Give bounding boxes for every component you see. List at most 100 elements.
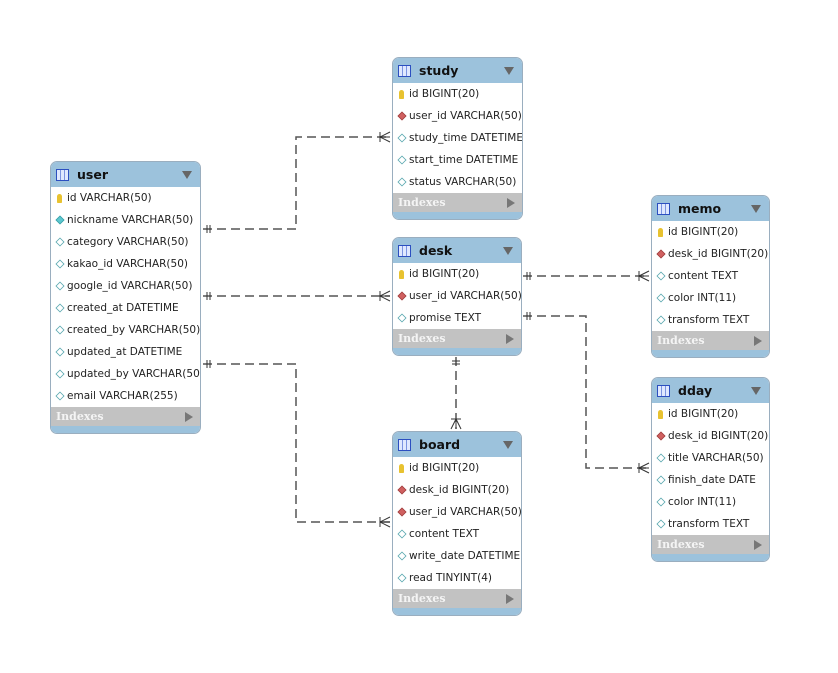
column-row[interactable]: kakao_id VARCHAR(50) xyxy=(51,253,200,275)
column-row[interactable]: transform TEXT xyxy=(652,513,769,535)
column-diamond-icon xyxy=(656,497,666,507)
column-row[interactable]: desk_id BIGINT(20) xyxy=(393,479,521,501)
column-diamond-icon xyxy=(656,453,666,463)
indexes-section[interactable]: Indexes xyxy=(393,193,522,212)
expand-arrow-icon[interactable] xyxy=(507,198,515,208)
relationship-line-user-board xyxy=(203,363,390,523)
column-label: title VARCHAR(50) xyxy=(668,452,764,464)
table-study[interactable]: study id BIGINT(20) user_id VARCHAR(50) stu… xyxy=(392,57,523,220)
indexes-label: Indexes xyxy=(398,196,446,209)
expand-arrow-icon[interactable] xyxy=(754,336,762,346)
table-icon xyxy=(657,202,670,215)
column-diamond-icon xyxy=(397,133,407,143)
collapse-triangle-icon[interactable] xyxy=(503,247,513,255)
table-name: board xyxy=(419,437,461,452)
table-dday[interactable]: dday id BIGINT(20) desk_id BIGINT(20) title… xyxy=(651,377,770,562)
column-row[interactable]: desk_id BIGINT(20) xyxy=(652,243,769,265)
not-null-diamond-icon xyxy=(55,215,65,225)
expand-arrow-icon[interactable] xyxy=(506,334,514,344)
column-row[interactable]: user_id VARCHAR(50) xyxy=(393,285,521,307)
column-row[interactable]: status VARCHAR(50) xyxy=(393,171,522,193)
column-row[interactable]: write_date DATETIME xyxy=(393,545,521,567)
collapse-triangle-icon[interactable] xyxy=(751,387,761,395)
indexes-section[interactable]: Indexes xyxy=(652,331,769,350)
column-row[interactable]: finish_date DATE xyxy=(652,469,769,491)
column-row[interactable]: transform TEXT xyxy=(652,309,769,331)
column-row[interactable]: nickname VARCHAR(50) xyxy=(51,209,200,231)
table-header[interactable]: study xyxy=(393,58,522,83)
column-row[interactable]: content TEXT xyxy=(393,523,521,545)
crows-foot-marker xyxy=(379,290,391,302)
column-label: transform TEXT xyxy=(668,314,750,326)
collapse-triangle-icon[interactable] xyxy=(182,171,192,179)
table-footer xyxy=(652,350,769,357)
column-row[interactable]: read TINYINT(4) xyxy=(393,567,521,589)
table-desk[interactable]: desk id BIGINT(20) user_id VARCHAR(50) prom… xyxy=(392,237,522,356)
column-row[interactable]: id BIGINT(20) xyxy=(393,263,521,285)
column-row[interactable]: email VARCHAR(255) xyxy=(51,385,200,407)
column-label: read TINYINT(4) xyxy=(409,572,493,584)
table-name: dday xyxy=(678,383,713,398)
indexes-section[interactable]: Indexes xyxy=(393,329,521,348)
column-row[interactable]: id VARCHAR(50) xyxy=(51,187,200,209)
table-header[interactable]: memo xyxy=(652,196,769,221)
expand-arrow-icon[interactable] xyxy=(754,540,762,550)
crows-foot-marker xyxy=(379,131,391,143)
column-row[interactable]: id BIGINT(20) xyxy=(652,403,769,425)
column-diamond-icon xyxy=(55,303,65,313)
table-board[interactable]: board id BIGINT(20) desk_id BIGINT(20) user… xyxy=(392,431,522,616)
foreign-key-diamond-icon xyxy=(397,291,407,301)
column-row[interactable]: user_id VARCHAR(50) xyxy=(393,105,522,127)
primary-key-icon xyxy=(57,193,62,203)
column-row[interactable]: color INT(11) xyxy=(652,491,769,513)
column-row[interactable]: study_time DATETIME xyxy=(393,127,522,149)
column-diamond-icon xyxy=(656,315,666,325)
indexes-section[interactable]: Indexes xyxy=(652,535,769,554)
primary-key-icon xyxy=(658,409,663,419)
indexes-section[interactable]: Indexes xyxy=(393,589,521,608)
column-label: category VARCHAR(50) xyxy=(67,236,189,248)
column-row[interactable]: created_by VARCHAR(50) xyxy=(51,319,200,341)
column-row[interactable]: id BIGINT(20) xyxy=(393,83,522,105)
indexes-section[interactable]: Indexes xyxy=(51,407,200,426)
column-row[interactable]: user_id VARCHAR(50) xyxy=(393,501,521,523)
column-row[interactable]: google_id VARCHAR(50) xyxy=(51,275,200,297)
column-row[interactable]: created_at DATETIME xyxy=(51,297,200,319)
column-label: nickname VARCHAR(50) xyxy=(67,214,194,226)
column-diamond-icon xyxy=(55,325,65,335)
column-row[interactable]: category VARCHAR(50) xyxy=(51,231,200,253)
foreign-key-diamond-icon xyxy=(397,485,407,495)
column-label: user_id VARCHAR(50) xyxy=(409,506,522,518)
table-header[interactable]: user xyxy=(51,162,200,187)
collapse-triangle-icon[interactable] xyxy=(751,205,761,213)
table-user[interactable]: user id VARCHAR(50) nickname VARCHAR(50) ca… xyxy=(50,161,201,434)
table-memo[interactable]: memo id BIGINT(20) desk_id BIGINT(20) conte… xyxy=(651,195,770,358)
column-label: id VARCHAR(50) xyxy=(67,192,152,204)
collapse-triangle-icon[interactable] xyxy=(503,441,513,449)
column-diamond-icon xyxy=(397,551,407,561)
collapse-triangle-icon[interactable] xyxy=(504,67,514,75)
column-label: finish_date DATE xyxy=(668,474,756,486)
table-header[interactable]: board xyxy=(393,432,521,457)
indexes-label: Indexes xyxy=(56,410,104,423)
column-row[interactable]: id BIGINT(20) xyxy=(652,221,769,243)
table-header[interactable]: dday xyxy=(652,378,769,403)
column-row[interactable]: promise TEXT xyxy=(393,307,521,329)
column-row[interactable]: updated_at DATETIME xyxy=(51,341,200,363)
column-row[interactable]: id BIGINT(20) xyxy=(393,457,521,479)
table-header[interactable]: desk xyxy=(393,238,521,263)
column-row[interactable]: content TEXT xyxy=(652,265,769,287)
column-diamond-icon xyxy=(397,155,407,165)
expand-arrow-icon[interactable] xyxy=(506,594,514,604)
column-row[interactable]: title VARCHAR(50) xyxy=(652,447,769,469)
column-row[interactable]: updated_by VARCHAR(50) xyxy=(51,363,200,385)
column-row[interactable]: start_time DATETIME xyxy=(393,149,522,171)
expand-arrow-icon[interactable] xyxy=(185,412,193,422)
column-row[interactable]: color INT(11) xyxy=(652,287,769,309)
column-row[interactable]: desk_id BIGINT(20) xyxy=(652,425,769,447)
table-footer xyxy=(393,348,521,355)
table-icon xyxy=(398,438,411,451)
column-diamond-icon xyxy=(656,293,666,303)
indexes-label: Indexes xyxy=(657,334,705,347)
table-footer xyxy=(51,426,200,433)
